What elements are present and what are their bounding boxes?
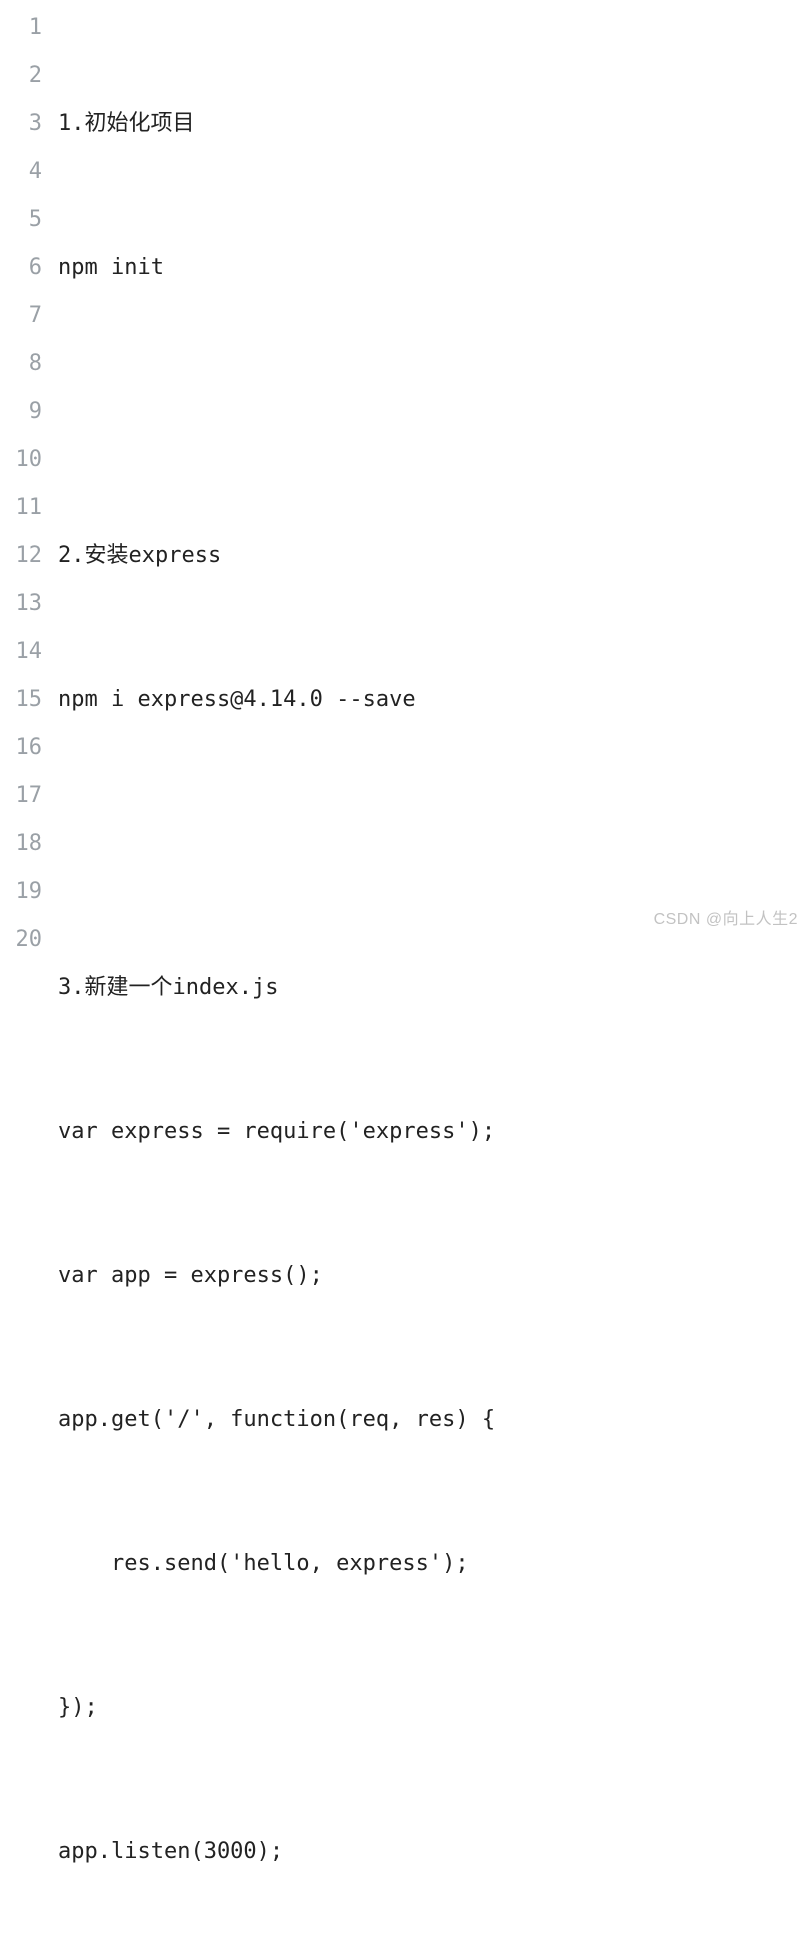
line-number: 15 [0, 676, 42, 724]
code-line: npm i express@4.14.0 --save [58, 676, 808, 724]
line-number: 6 [0, 244, 42, 292]
code-line: }); [58, 1684, 808, 1732]
line-number: 14 [0, 628, 42, 676]
code-line: res.send('hello, express'); [58, 1540, 808, 1588]
line-number: 19 [0, 868, 42, 916]
line-number: 2 [0, 52, 42, 100]
line-number: 1 [0, 4, 42, 52]
line-number: 12 [0, 532, 42, 580]
code-line [58, 820, 808, 868]
code-line: 1.初始化项目 [58, 100, 808, 148]
line-number: 11 [0, 484, 42, 532]
line-number: 13 [0, 580, 42, 628]
code-line: 3.新建一个index.js [58, 964, 808, 1012]
line-number: 10 [0, 436, 42, 484]
line-number: 16 [0, 724, 42, 772]
code-line: var app = express(); [58, 1252, 808, 1300]
line-number: 7 [0, 292, 42, 340]
code-line [58, 388, 808, 436]
line-number: 17 [0, 772, 42, 820]
line-number: 4 [0, 148, 42, 196]
line-number: 9 [0, 388, 42, 436]
line-number: 3 [0, 100, 42, 148]
code-line: npm init [58, 244, 808, 292]
code-block: 1 2 3 4 5 6 7 8 9 10 11 12 13 14 15 16 1… [0, 0, 808, 1944]
code-line: app.get('/', function(req, res) { [58, 1396, 808, 1444]
line-number: 8 [0, 340, 42, 388]
code-line: app.listen(3000); [58, 1828, 808, 1876]
line-number: 20 [0, 916, 42, 964]
line-number: 5 [0, 196, 42, 244]
code-line: var express = require('express'); [58, 1108, 808, 1156]
code-line: 2.安装express [58, 532, 808, 580]
code-content: 1.初始化项目 npm init 2.安装express npm i expre… [56, 4, 808, 1944]
line-number: 18 [0, 820, 42, 868]
line-number-gutter: 1 2 3 4 5 6 7 8 9 10 11 12 13 14 15 16 1… [0, 4, 56, 1944]
